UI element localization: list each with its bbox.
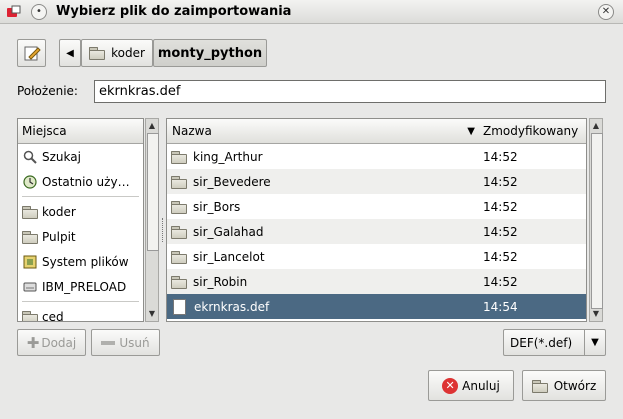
- folder-icon: [22, 230, 38, 244]
- file-row[interactable]: sir_Galahad 14:52: [167, 219, 586, 244]
- add-bookmark-button[interactable]: ✚ Dodaj: [17, 329, 86, 356]
- folder-icon: [22, 205, 38, 219]
- filesystem-icon: [23, 255, 37, 268]
- column-header-name[interactable]: Nazwa ▼: [167, 119, 484, 144]
- folder-icon: [171, 175, 187, 189]
- file-row[interactable]: king_Arthur 14:52: [167, 144, 586, 169]
- places-header[interactable]: Miejsca: [18, 119, 143, 144]
- places-separator: [22, 301, 139, 302]
- place-item-search[interactable]: Szukaj: [18, 144, 143, 169]
- location-label: Położenie:: [17, 84, 78, 98]
- window-menu-icon[interactable]: •: [31, 4, 47, 20]
- scroll-down-arrow-icon[interactable]: ▼: [146, 307, 158, 321]
- dropdown-arrow-icon: ▼: [584, 330, 605, 355]
- app-icon: [6, 5, 22, 19]
- folder-icon: [171, 150, 187, 164]
- minus-icon: [101, 340, 116, 345]
- pencil-icon: [24, 46, 41, 61]
- open-button[interactable]: Otwórz: [522, 370, 606, 401]
- place-item-recent[interactable]: Ostatnio uży…: [18, 169, 143, 194]
- location-input[interactable]: ekrnkras.def: [94, 80, 606, 103]
- scroll-up-arrow-icon[interactable]: ▲: [146, 119, 158, 133]
- remove-bookmark-button[interactable]: Usuń: [91, 329, 160, 356]
- file-list[interactable]: Nazwa ▼ Zmodyfikowany king_Arthur 14:52 …: [166, 118, 587, 322]
- sort-down-icon: ▼: [467, 125, 475, 137]
- place-item-filesystem[interactable]: System plików: [18, 249, 143, 274]
- place-item-desktop[interactable]: Pulpit: [18, 224, 143, 249]
- path-segment-monty-python[interactable]: monty_python: [153, 39, 267, 67]
- file-row[interactable]: sir_Bors 14:52: [167, 194, 586, 219]
- place-item-ced[interactable]: ced: [18, 304, 143, 321]
- column-header-modified[interactable]: Zmodyfikowany: [478, 119, 586, 144]
- file-icon: [173, 298, 186, 315]
- path-segment-label: koder: [111, 46, 145, 60]
- path-segment-koder[interactable]: koder: [81, 39, 153, 67]
- open-folder-icon: [531, 379, 548, 393]
- places-list[interactable]: Miejsca Szukaj Ostatnio uży… koder Pulpi…: [17, 118, 144, 322]
- files-scrollbar[interactable]: ▲ ▼: [589, 118, 603, 322]
- path-segment-label: monty_python: [157, 45, 263, 61]
- places-scrollbar[interactable]: ▲ ▼: [145, 118, 159, 322]
- type-location-toggle[interactable]: [17, 39, 46, 67]
- path-scroll-left-button[interactable]: ◀: [59, 39, 81, 67]
- cancel-button[interactable]: ✕ Anuluj: [428, 370, 514, 401]
- file-type-filter-select[interactable]: DEF(*.def) ▼: [503, 329, 606, 356]
- file-row[interactable]: sir_Robin 14:52: [167, 269, 586, 294]
- plus-icon: ✚: [26, 333, 40, 352]
- file-row[interactable]: sir_Lancelot 14:52: [167, 244, 586, 269]
- folder-icon: [171, 250, 187, 264]
- recent-clock-icon: [23, 174, 37, 189]
- folder-icon: [171, 225, 187, 239]
- close-window-button[interactable]: ✕: [598, 4, 614, 20]
- scroll-thumb[interactable]: [591, 133, 603, 309]
- place-item-koder[interactable]: koder: [18, 199, 143, 224]
- folder-icon: [89, 47, 106, 60]
- file-row[interactable]: sir_Bevedere 14:52: [167, 169, 586, 194]
- drive-icon: [23, 282, 37, 291]
- scroll-up-arrow-icon[interactable]: ▲: [590, 119, 602, 133]
- folder-icon: [171, 200, 187, 214]
- scroll-down-arrow-icon[interactable]: ▼: [590, 307, 602, 321]
- cancel-x-icon: ✕: [442, 377, 459, 394]
- window-title: Wybierz plik do zaimportowania: [56, 4, 292, 19]
- place-item-ibm-preload[interactable]: IBM_PRELOAD: [18, 274, 143, 299]
- folder-icon: [22, 310, 38, 321]
- scroll-thumb[interactable]: [147, 133, 159, 251]
- places-separator: [22, 196, 139, 197]
- folder-icon: [171, 275, 187, 289]
- magnifier-icon: [23, 150, 37, 164]
- file-row-selected[interactable]: ekrnkras.def 14:54: [167, 294, 586, 319]
